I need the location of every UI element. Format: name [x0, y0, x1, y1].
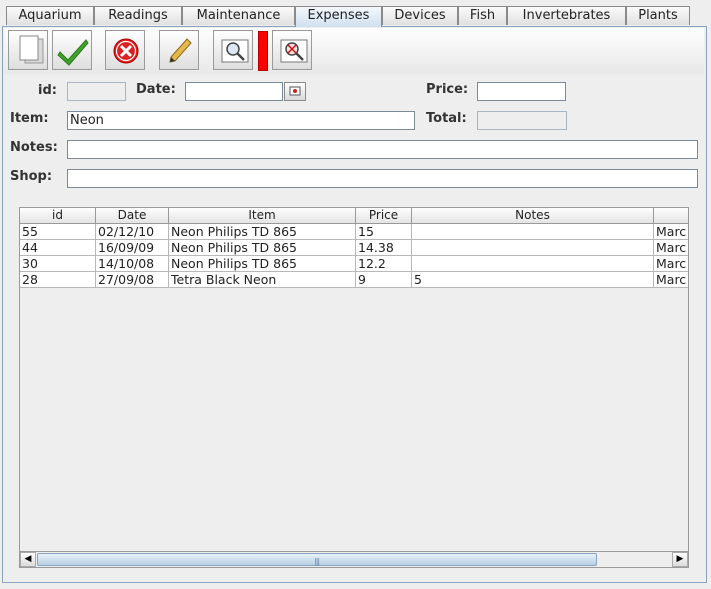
column-header-item[interactable]: Item	[169, 208, 356, 224]
table-row[interactable]: 55 02/12/10 Neon Philips TD 865 15 Marc	[20, 224, 688, 240]
cell-shop: Marc	[654, 240, 688, 256]
scroll-right-button[interactable]: ▶	[672, 552, 688, 567]
new-document-icon	[19, 35, 44, 64]
table-row[interactable]: 44 16/09/09 Neon Philips TD 865 14.38 Ma…	[20, 240, 688, 256]
scroll-thumb[interactable]: |||	[37, 553, 597, 566]
table-header: id Date Item Price Notes	[20, 208, 688, 224]
cell-id: 30	[20, 256, 96, 272]
tab-expenses[interactable]: Expenses	[295, 6, 382, 27]
cell-date: 02/12/10	[96, 224, 169, 240]
cell-notes	[412, 224, 654, 240]
edit-button[interactable]	[159, 30, 199, 70]
clear-search-button[interactable]	[272, 30, 312, 70]
scroll-left-button[interactable]: ◀	[20, 552, 36, 567]
pencil-icon	[169, 38, 192, 63]
column-header-date[interactable]: Date	[96, 208, 169, 224]
toolbar-separator	[258, 31, 268, 71]
cell-shop: Marc	[654, 272, 688, 288]
column-header-shop[interactable]	[654, 208, 688, 224]
column-header-id[interactable]: id	[20, 208, 96, 224]
item-label: Item:	[10, 111, 49, 126]
total-field	[477, 111, 567, 130]
tab-maintenance[interactable]: Maintenance	[182, 6, 295, 25]
delete-icon	[113, 38, 139, 64]
cell-notes	[412, 256, 654, 272]
column-header-notes[interactable]: Notes	[412, 208, 654, 224]
cell-date: 27/09/08	[96, 272, 169, 288]
table-row[interactable]: 30 14/10/08 Neon Philips TD 865 12.2 Mar…	[20, 256, 688, 272]
scroll-grip: |||	[314, 557, 320, 566]
cell-price: 9	[356, 272, 412, 288]
tab-devices[interactable]: Devices	[382, 6, 458, 25]
new-button[interactable]	[8, 30, 48, 70]
shop-label: Shop:	[10, 169, 53, 184]
search-icon	[221, 39, 249, 63]
id-field	[67, 82, 126, 101]
cell-price: 12.2	[356, 256, 412, 272]
cell-item: Neon Philips TD 865	[169, 240, 356, 256]
cell-price: 15	[356, 224, 412, 240]
cell-id: 44	[20, 240, 96, 256]
tab-readings[interactable]: Readings	[94, 6, 182, 25]
cell-shop: Marc	[654, 224, 688, 240]
calendar-button[interactable]	[284, 82, 306, 101]
search-button[interactable]	[213, 30, 253, 70]
cell-item: Tetra Black Neon	[169, 272, 356, 288]
id-label: id:	[38, 83, 57, 98]
date-field[interactable]	[185, 82, 283, 101]
cell-price: 14.38	[356, 240, 412, 256]
cell-shop: Marc	[654, 256, 688, 272]
calendar-icon	[289, 86, 301, 96]
cell-notes	[412, 240, 654, 256]
tab-aquarium[interactable]: Aquarium	[6, 6, 94, 25]
horizontal-scrollbar[interactable]: ◀ ||| ▶	[19, 551, 689, 568]
price-label: Price:	[426, 82, 469, 97]
date-label: Date:	[136, 82, 176, 97]
save-button[interactable]	[52, 30, 92, 70]
cell-id: 55	[20, 224, 96, 240]
cell-date: 16/09/09	[96, 240, 169, 256]
total-label: Total:	[426, 111, 467, 126]
shop-field[interactable]	[67, 169, 698, 188]
cell-id: 28	[20, 272, 96, 288]
clear-search-icon	[280, 39, 308, 63]
notes-label: Notes:	[10, 140, 58, 155]
delete-button[interactable]	[105, 30, 145, 70]
table-row[interactable]: 28 27/09/08 Tetra Black Neon 9 5 Marc	[20, 272, 688, 288]
tab-invertebrates[interactable]: Invertebrates	[507, 6, 626, 25]
tab-plants[interactable]: Plants	[626, 6, 690, 25]
expenses-table: id Date Item Price Notes 55 02/12/10 Neo…	[19, 207, 689, 568]
cell-date: 14/10/08	[96, 256, 169, 272]
cell-item: Neon Philips TD 865	[169, 256, 356, 272]
item-field[interactable]	[67, 111, 415, 130]
checkmark-icon	[57, 39, 89, 66]
tab-fish[interactable]: Fish	[458, 6, 507, 25]
cell-item: Neon Philips TD 865	[169, 224, 356, 240]
notes-field[interactable]	[67, 140, 698, 159]
cell-notes: 5	[412, 272, 654, 288]
column-header-price[interactable]: Price	[356, 208, 412, 224]
price-field[interactable]	[477, 82, 566, 101]
